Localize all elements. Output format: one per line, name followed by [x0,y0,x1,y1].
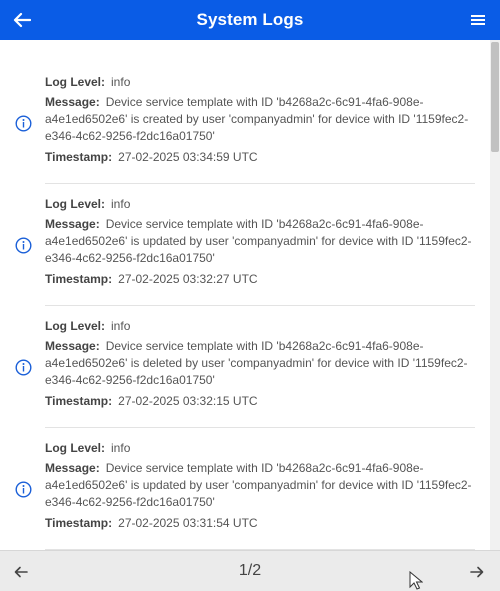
timestamp-row: Timestamp: 27-02-2025 03:32:27 UTC [45,271,475,288]
arrow-left-icon [14,566,28,578]
log-level-row: Log Level: info [45,440,475,457]
timestamp-row: Timestamp: 27-02-2025 03:32:15 UTC [45,393,475,410]
timestamp-label: Timestamp: [45,272,113,286]
pagination-bar: 1/2 [0,550,500,591]
mouse-cursor-icon [409,571,423,590]
timestamp-label: Timestamp: [45,150,113,164]
log-level-value: info [111,197,131,211]
log-entry: Log Level: info Message: Device service te… [15,306,475,428]
message-label: Message: [45,339,100,353]
log-level-value: info [111,441,131,455]
page-indicator: 1/2 [238,562,262,579]
log-entry: Log Level: info Message: Device service te… [15,184,475,306]
log-level-label: Log Level: [45,197,106,211]
timestamp-row: Timestamp: 27-02-2025 03:34:59 UTC [45,149,475,166]
scrollbar-thumb[interactable] [491,42,499,152]
info-icon [15,358,32,376]
log-level-row: Log Level: info [45,196,475,213]
app-header: System Logs [0,0,500,40]
log-level-value: info [111,319,131,333]
timestamp-value: 27-02-2025 03:32:15 UTC [118,394,258,408]
message-value: Device service template with ID 'b4268a2… [45,217,472,265]
message-label: Message: [45,461,100,475]
timestamp-value: 27-02-2025 03:31:54 UTC [118,516,258,530]
log-list: Log Level: info Message: Device service te… [0,40,490,550]
menu-button[interactable] [464,6,492,34]
message-value: Device service template with ID 'b4268a2… [45,461,472,509]
page-title: System Logs [196,10,304,29]
message-row: Message: Device service template with ID … [45,460,475,511]
arrow-left-icon [13,12,31,28]
log-level-row: Log Level: info [45,318,475,335]
log-level-label: Log Level: [45,75,106,89]
arrow-right-icon [470,566,484,578]
hamburger-menu-icon [471,15,485,25]
timestamp-label: Timestamp: [45,516,113,530]
message-label: Message: [45,95,100,109]
log-level-label: Log Level: [45,319,106,333]
timestamp-label: Timestamp: [45,394,113,408]
log-level-value: info [111,75,131,89]
message-label: Message: [45,217,100,231]
log-list-container: Log Level: info Message: Device service te… [0,40,490,550]
scrollbar[interactable] [490,40,500,550]
log-level-label: Log Level: [45,441,106,455]
info-icon [15,480,32,498]
info-icon [15,236,32,254]
timestamp-value: 27-02-2025 03:32:27 UTC [118,272,258,286]
log-level-row: Log Level: info [45,74,475,91]
next-page-button[interactable] [466,561,488,583]
message-value: Device service template with ID 'b4268a2… [45,339,468,387]
timestamp-value: 27-02-2025 03:34:59 UTC [118,150,258,164]
timestamp-row: Timestamp: 27-02-2025 03:31:54 UTC [45,515,475,532]
message-row: Message: Device service template with ID … [45,338,475,389]
log-entry: Log Level: info Message: Device service te… [15,62,475,184]
prev-page-button[interactable] [10,561,32,583]
message-value: Device service template with ID 'b4268a2… [45,95,469,143]
log-entry: Log Level: info Message: Device service te… [15,428,475,550]
back-button[interactable] [8,6,36,34]
info-icon [15,114,32,132]
message-row: Message: Device service template with ID … [45,94,475,145]
message-row: Message: Device service template with ID … [45,216,475,267]
